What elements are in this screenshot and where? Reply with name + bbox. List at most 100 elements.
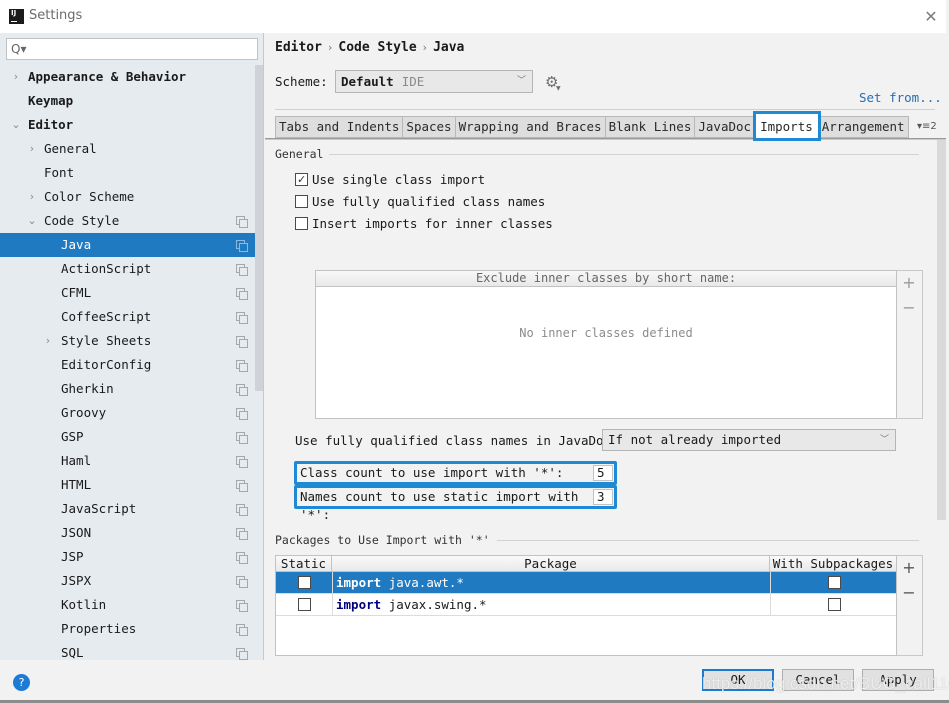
sidebar-item-properties[interactable]: Properties <box>0 617 263 641</box>
sidebar-item-code-style[interactable]: ⌄ Code Style <box>0 209 263 233</box>
sidebar-item-coffeescript[interactable]: CoffeeScript <box>0 305 263 329</box>
sidebar-item-keymap[interactable]: Keymap <box>0 89 263 113</box>
class-count-input[interactable]: 5 <box>593 465 613 481</box>
chevron-down-icon: ﹀ <box>516 76 526 86</box>
packages-table: Static Package With Subpackages import j… <box>275 555 897 656</box>
project-scheme-copy-icon <box>236 624 248 636</box>
column-with-subpackages[interactable]: With Subpackages <box>770 556 896 571</box>
exclude-table-header: Exclude inner classes by short name: <box>316 271 896 287</box>
tabs-overflow-button[interactable]: ▾≡2 <box>917 121 937 132</box>
sidebar-item-editorconfig[interactable]: EditorConfig <box>0 353 263 377</box>
sidebar-item-font[interactable]: Font <box>0 161 263 185</box>
tab-tabs-and-indents[interactable]: Tabs and Indents <box>275 116 404 138</box>
sidebar-item-color-scheme[interactable]: › Color Scheme <box>0 185 263 209</box>
package-cell[interactable]: import java.awt.* <box>332 572 770 593</box>
exclude-inner-classes-table[interactable]: Exclude inner classes by short name: No … <box>315 270 897 419</box>
chevron-down-icon: ﹀ <box>879 435 889 445</box>
sidebar-item-label: Style Sheets <box>61 333 152 348</box>
names-count-input[interactable]: 3 <box>593 489 613 505</box>
scheme-dropdown[interactable]: Default IDE ﹀ <box>335 70 533 93</box>
scheme-label: Scheme: <box>275 74 328 89</box>
package-name: java.awt.* <box>388 575 464 590</box>
tab-javadoc[interactable]: JavaDoc <box>695 116 756 138</box>
chevron-right-icon[interactable]: › <box>26 137 38 161</box>
sidebar-item-gsp[interactable]: GSP <box>0 425 263 449</box>
dropdown-arrow-icon: ▼ <box>556 85 561 92</box>
with-subpackages-checkbox[interactable] <box>828 598 841 611</box>
close-button[interactable]: ✕ <box>920 6 942 28</box>
sidebar-item-kotlin[interactable]: Kotlin <box>0 593 263 617</box>
use-single-class-import-checkbox[interactable]: Use single class import <box>295 170 485 190</box>
chevron-down-icon[interactable]: ⌄ <box>10 113 22 137</box>
sidebar-item-style-sheets[interactable]: › Style Sheets <box>0 329 263 353</box>
exclude-table-toolbar: + − <box>897 270 923 419</box>
sidebar-item-java[interactable]: Java <box>0 233 255 257</box>
settings-search-input[interactable]: Q▾ <box>6 38 258 60</box>
chevron-right-icon[interactable]: › <box>26 185 38 209</box>
sidebar-item-label: Editor <box>28 117 74 132</box>
column-static[interactable]: Static <box>276 556 332 571</box>
package-cell[interactable]: import javax.swing.* <box>332 594 770 615</box>
sidebar-item-label: Gherkin <box>61 381 114 396</box>
project-scheme-copy-icon <box>236 504 248 516</box>
dialog-footer: ? OK Cancel Apply https://blog.csdn.net/… <box>0 660 949 700</box>
sidebar-item-jsp[interactable]: JSP <box>0 545 263 569</box>
import-keyword: import <box>336 575 382 590</box>
sidebar-item-general[interactable]: › General <box>0 137 263 161</box>
use-fully-qualified-names-checkbox[interactable]: Use fully qualified class names <box>295 192 545 212</box>
sidebar-item-cfml[interactable]: CFML <box>0 281 263 305</box>
sidebar-item-sql[interactable]: SQL <box>0 641 263 660</box>
sidebar-scrollbar[interactable] <box>255 65 263 391</box>
names-count-label: Names count to use static import with '*… <box>300 489 579 522</box>
tab-blank-lines[interactable]: Blank Lines <box>605 116 696 138</box>
column-package[interactable]: Package <box>332 556 770 571</box>
table-row[interactable]: import javax.swing.* <box>276 594 896 616</box>
sidebar-item-gherkin[interactable]: Gherkin <box>0 377 263 401</box>
packages-section-title: Packages to Use Import with '*' <box>275 533 490 547</box>
empty-table-text: No inner classes defined <box>519 326 693 340</box>
tab-wrapping-and-braces[interactable]: Wrapping and Braces <box>455 116 606 138</box>
remove-icon[interactable]: − <box>897 298 921 317</box>
sidebar-item-html[interactable]: HTML <box>0 473 263 497</box>
checkbox-box[interactable] <box>295 217 308 230</box>
cancel-button[interactable]: Cancel <box>782 669 854 691</box>
chevron-down-icon[interactable]: ⌄ <box>26 209 38 233</box>
chevron-right-icon[interactable]: › <box>42 329 54 353</box>
tab-spaces[interactable]: Spaces <box>403 116 456 138</box>
javadoc-fqn-dropdown[interactable]: If not already imported ﹀ <box>602 429 896 451</box>
search-icon: Q▾ <box>11 42 27 56</box>
sidebar-item-haml[interactable]: Haml <box>0 449 263 473</box>
breadcrumb-separator: › <box>422 41 428 54</box>
sidebar-item-label: Kotlin <box>61 597 107 612</box>
sidebar-item-appearance-behavior[interactable]: › Appearance & Behavior <box>0 65 263 89</box>
add-icon[interactable]: + <box>897 273 921 292</box>
static-checkbox[interactable] <box>298 598 311 611</box>
sidebar-item-label: General <box>44 141 97 156</box>
settings-tree: › Appearance & Behavior Keymap ⌄ Editor › Gene… <box>0 65 263 660</box>
apply-button[interactable]: Apply <box>862 669 934 691</box>
checkbox-box[interactable] <box>295 170 308 190</box>
sidebar-item-jspx[interactable]: JSPX <box>0 569 263 593</box>
tab-arrangement[interactable]: Arrangement <box>818 116 909 138</box>
static-checkbox[interactable] <box>298 576 311 589</box>
table-row[interactable]: import java.awt.* <box>276 572 896 594</box>
checkbox-box[interactable] <box>295 195 308 208</box>
help-icon[interactable]: ? <box>13 674 30 691</box>
chevron-right-icon[interactable]: › <box>10 65 22 89</box>
project-scheme-copy-icon <box>236 480 248 492</box>
sidebar-item-label: JSP <box>61 549 84 564</box>
insert-imports-inner-classes-checkbox[interactable]: Insert imports for inner classes <box>295 214 553 234</box>
set-from-link[interactable]: Set from... <box>859 90 942 105</box>
with-subpackages-checkbox[interactable] <box>828 576 841 589</box>
add-icon[interactable]: + <box>897 558 921 577</box>
content-scrollbar[interactable] <box>937 140 946 520</box>
sidebar-item-editor[interactable]: ⌄ Editor <box>0 113 263 137</box>
names-count-row: Names count to use static import with '*… <box>294 485 617 522</box>
ok-button[interactable]: OK <box>702 669 774 691</box>
sidebar-item-javascript[interactable]: JavaScript <box>0 497 263 521</box>
tab-imports[interactable]: Imports <box>753 111 821 141</box>
sidebar-item-actionscript[interactable]: ActionScript <box>0 257 263 281</box>
sidebar-item-groovy[interactable]: Groovy <box>0 401 263 425</box>
remove-icon[interactable]: − <box>897 583 921 602</box>
sidebar-item-json[interactable]: JSON <box>0 521 263 545</box>
